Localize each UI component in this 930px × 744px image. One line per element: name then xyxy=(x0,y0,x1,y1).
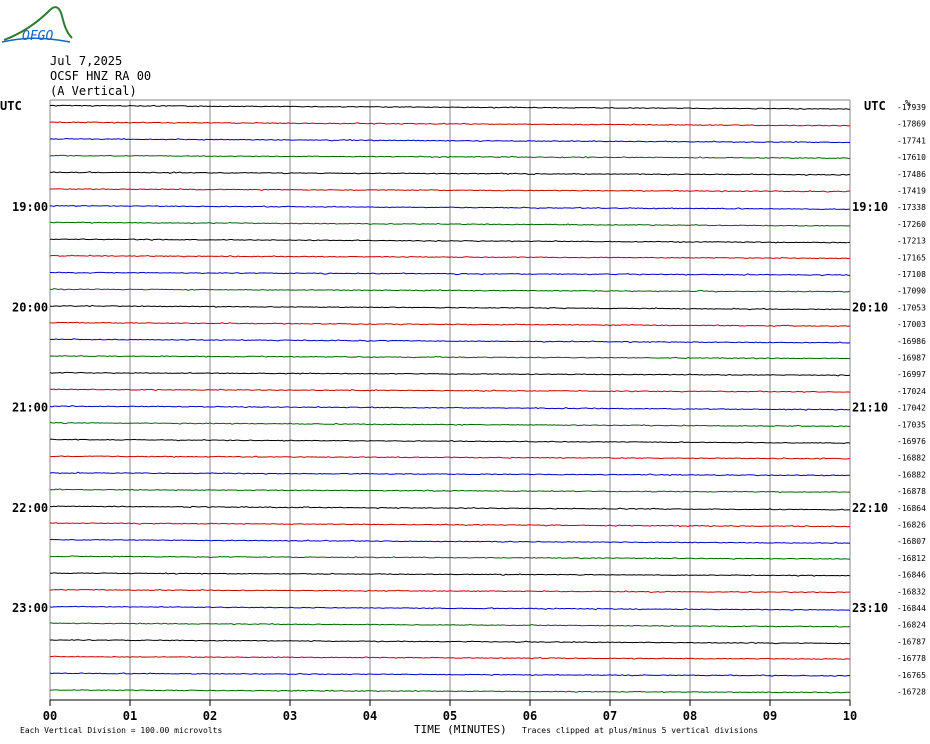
trace-offset-label: -16882 xyxy=(897,470,926,479)
trace-offset-label: -16864 xyxy=(897,504,926,513)
trace-offset-label: -17741 xyxy=(897,136,926,145)
x-tick-label: 00 xyxy=(43,709,57,723)
trace-offset-label: -16824 xyxy=(897,621,926,630)
seismogram-plot: 00 01 02 03 04 05 06 07 08 09 10 -17939 -17869 -17741… xyxy=(0,99,926,736)
x-axis-title: TIME (MINUTES) xyxy=(414,723,507,736)
right-hour-label: 22:10 xyxy=(852,501,888,515)
left-hour-label: 20:00 xyxy=(12,300,48,314)
trace-offset-label: -16728 xyxy=(897,688,926,697)
right-hour-label: 23:10 xyxy=(852,601,888,615)
trace-offset-label: -16778 xyxy=(897,654,926,663)
x-tick-label: 10 xyxy=(843,709,857,723)
label-group: 00 01 02 03 04 05 06 07 08 09 10 -17939 -17869 -17741… xyxy=(12,103,926,723)
trace-offset-label: -16997 xyxy=(897,370,926,379)
trace-offset-label: -17610 xyxy=(897,153,926,162)
trace-offset-label: -16765 xyxy=(897,671,926,680)
trace-offset-label: -16882 xyxy=(897,454,926,463)
left-hour-label: 22:00 xyxy=(12,501,48,515)
trace-offset-label: -16787 xyxy=(897,637,926,646)
trace-offset-label: -16844 xyxy=(897,604,926,613)
right-hour-label: 21:10 xyxy=(852,401,888,415)
x-tick-label: 08 xyxy=(683,709,697,723)
trace-offset-label: -17869 xyxy=(897,120,926,129)
x-tick-label: 09 xyxy=(763,709,777,723)
trace-offset-label: -17042 xyxy=(897,404,926,413)
trace-offset-label: -16826 xyxy=(897,521,926,530)
trace-offset-label: -17108 xyxy=(897,270,926,279)
x-tick-label: 06 xyxy=(523,709,537,723)
footer-left-note: Each Vertical Division = 100.00 microvol… xyxy=(20,726,222,735)
trace-offset-label: -17024 xyxy=(897,387,926,396)
left-hour-label: 19:00 xyxy=(12,200,48,214)
trace-offset-label: -16987 xyxy=(897,354,926,363)
left-hour-label: 21:00 xyxy=(12,401,48,415)
left-hour-label: 23:00 xyxy=(12,601,48,615)
trace-offset-label: -17165 xyxy=(897,253,926,262)
trace-offset-label: -17939 xyxy=(897,103,926,112)
left-utc-label: UTC xyxy=(0,99,22,113)
x-tick-label: 05 xyxy=(443,709,457,723)
trace-offset-label: -17003 xyxy=(897,320,926,329)
trace-offset-label: -17338 xyxy=(897,203,926,212)
trace-offset-label: -17053 xyxy=(897,303,926,312)
trace-offset-label: -17090 xyxy=(897,287,926,296)
trace-offset-label: -17035 xyxy=(897,420,926,429)
trace-offset-label: -16812 xyxy=(897,554,926,563)
right-hour-label: 19:10 xyxy=(852,200,888,214)
right-utc-label: UTC xyxy=(864,99,886,113)
x-tick-label: 03 xyxy=(283,709,297,723)
trace-offset-label: -16986 xyxy=(897,337,926,346)
x-tick-label: 04 xyxy=(363,709,377,723)
trace-offset-label: -16807 xyxy=(897,537,926,546)
x-tick-label: 07 xyxy=(603,709,617,723)
footer-right-note: Traces clipped at plus/minus 5 vertical … xyxy=(522,726,758,735)
trace-offset-label: -16832 xyxy=(897,587,926,596)
right-units-label: % xyxy=(905,99,911,109)
trace-offset-label: -16878 xyxy=(897,487,926,496)
trace-offset-label: -17486 xyxy=(897,170,926,179)
trace-offset-label: -17419 xyxy=(897,187,926,196)
trace-offset-label: -16846 xyxy=(897,571,926,580)
right-hour-label: 20:10 xyxy=(852,300,888,314)
trace-offset-label: -16976 xyxy=(897,437,926,446)
x-tick-label: 02 xyxy=(203,709,217,723)
x-tick-label: 01 xyxy=(123,709,137,723)
trace-offset-label: -17260 xyxy=(897,220,926,229)
trace-offset-label: -17213 xyxy=(897,237,926,246)
